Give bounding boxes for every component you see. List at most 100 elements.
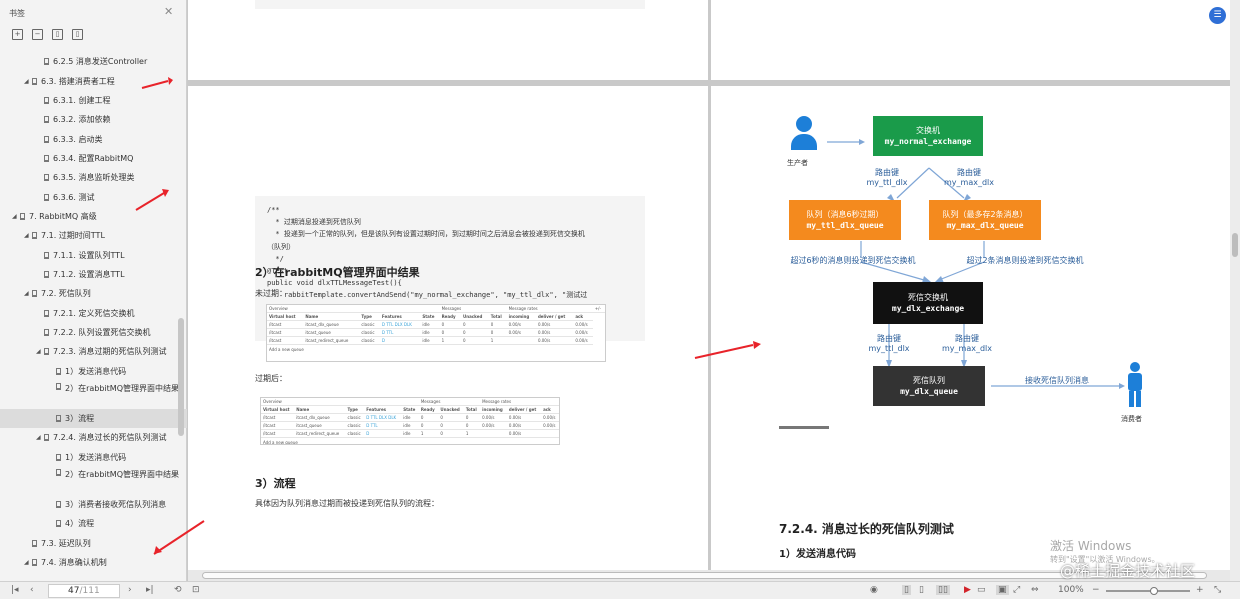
zoom-slider-thumb[interactable] [1150,587,1158,595]
bookmark-item[interactable]: ◢ 7.2.3. 消息过期的死信队列测试 [0,342,187,361]
close-icon[interactable]: ✕ [164,5,173,18]
table-cell: classic [345,413,365,422]
table-cell: 0.00/s [506,328,536,337]
add-queue-link[interactable]: Add a new queue [261,438,559,444]
play-icon[interactable]: ▶ [964,585,971,595]
expand-toggle-icon[interactable]: ◢ [36,434,44,441]
collapse-all-icon[interactable]: − [32,29,43,40]
zoom-out-icon[interactable]: − [1092,585,1100,595]
view-mode-icon[interactable]: ▣ [996,585,1009,595]
bookmark-item[interactable]: ◢ 7.2. 死信队列 [0,284,187,303]
expand-toggle-icon[interactable]: ◢ [24,290,32,297]
last-page-icon[interactable]: ▸| [146,585,154,595]
vertical-scrollbar[interactable] [1230,0,1240,581]
max-queue-box: 队列（最多存2条消息） my_max_dlx_queue [929,200,1041,240]
bookmark-item[interactable]: 7.2.1. 定义死信交换机 [0,303,187,322]
bookmark-item[interactable]: 1）发送消息代码 [0,362,187,381]
bookmark-item[interactable]: 3）消费者接收死信队列消息 [0,495,187,514]
producer-label: 生产者 [787,159,808,167]
table-cell: 0.00/s [573,336,593,345]
expand-toggle-icon[interactable]: ◢ [12,213,20,220]
receive-note: 接收死信队列消息 [1025,376,1089,385]
fullscreen-icon[interactable]: ⤢ [1013,585,1020,595]
table-cell: 0 [461,328,489,337]
expand-toggle-icon[interactable]: ◢ [24,559,32,566]
bookmark-item[interactable]: 6.3.3. 启动类 [0,129,187,148]
consumer-label: 消费者 [1121,415,1142,423]
bookmark-item[interactable]: 2）在rabbitMQ管理界面中结果 [0,467,187,495]
expand-toggle-icon[interactable]: ◢ [24,232,32,239]
bookmark-item[interactable]: 6.3.5. 消息监听处理类 [0,168,187,187]
expand-toggle-icon[interactable]: ◢ [36,348,44,355]
first-page-icon[interactable]: |◂ [11,585,19,595]
prev-page-icon[interactable]: ‹ [30,585,34,595]
status-bar: |◂ ‹ 47/111 › ▸| ⟲ ⊡ ◉ ▯ ▯ ▯▯ ▶ ▭ ▣ ⤢ ⇔ … [0,581,1240,599]
bookmark-label: 4）流程 [65,519,95,529]
bookmark-item[interactable]: 3）流程 [0,408,187,429]
page-number-input[interactable]: 47/111 [48,584,120,598]
table-header: Unacked [461,312,489,321]
table-cell: D [364,429,402,438]
add-bookmark-icon[interactable]: ▯ [52,29,63,40]
bookmark-icon [32,232,37,240]
dlx-queue-en: my_dlx_queue [900,387,958,396]
table-header: Name [294,405,346,414]
add-queue-link[interactable]: Add a new queue [267,345,605,354]
sidebar-scrollbar[interactable] [178,318,184,436]
eye-icon[interactable]: ◉ [870,585,878,595]
bookmark-icon [44,154,49,162]
bookmark-item[interactable]: 6.3.2. 添加依赖 [0,110,187,129]
zoom-slider[interactable] [1106,587,1190,595]
table-cell: 0.00/s [535,328,574,337]
table-row: /itcast itcast_queue classic D TTL idle 0 0 0 0.… [267,328,605,337]
bookmark-item[interactable]: 6.2.5 消息发送Controller [0,52,187,71]
bookmark-item[interactable]: 7.1.2. 设置消息TTL [0,265,187,284]
table-header: incoming [506,312,536,321]
continuous-icon[interactable]: ▯ [919,585,924,595]
page-total: /111 [79,586,100,596]
bookmark-label: 7.2. 死信队列 [41,289,91,299]
bookmark-item[interactable]: 7.2.2. 队列设置死信交换机 [0,323,187,342]
section-heading-724: 7.2.4. 消息过长的死信队列测试 [779,522,954,536]
bookmark-item[interactable]: 1）发送消息代码 [0,448,187,467]
bookmark-icon [32,559,37,567]
fit-icon[interactable]: ⊡ [192,585,200,595]
table-cell: 0 [438,421,464,430]
table-group-header: Messages [418,398,481,406]
heading-results: 2）在rabbitMQ管理界面中结果 [255,266,420,279]
table-header: Virtual host [267,312,304,321]
table-header: Total [488,312,507,321]
bookmark-item[interactable]: 2）在rabbitMQ管理界面中结果 [0,381,187,409]
zoom-level[interactable]: 100% [1058,585,1084,595]
bookmark-icon [32,77,37,85]
bookmark-label: 1）发送消息代码 [65,366,127,376]
horizontal-scroll-thumb[interactable] [202,572,1207,579]
vertical-scroll-thumb[interactable] [1232,233,1238,257]
expand-all-icon[interactable]: + [12,29,23,40]
expand-toggle-icon[interactable]: ◢ [24,78,32,85]
assistant-icon[interactable]: ☰ [1209,7,1226,24]
page-current: 47 [68,586,80,596]
zoom-in-icon[interactable]: + [1196,585,1204,595]
heading-flow: 3）流程 [255,477,296,490]
table-cell: 0.00/s [535,336,574,345]
bookmark-item[interactable]: ◢ 7.1. 过期时间TTL [0,226,187,245]
bookmark-item[interactable]: 6.3.4. 配置RabbitMQ [0,149,187,168]
single-page-icon[interactable]: ▯ [902,585,911,595]
book-icon[interactable]: ▭ [977,585,986,595]
bookmark-label: 7.1.2. 设置消息TTL [53,269,125,279]
bookmark-item[interactable]: 7.1.1. 设置队列TTL [0,245,187,264]
table-cell: 0.00/s [573,320,593,329]
bookmark-label: 7.2.2. 队列设置死信交换机 [53,327,151,337]
rotate-icon[interactable]: ⟲ [174,585,182,595]
bookmark-item[interactable]: 6.3.1. 创建工程 [0,91,187,110]
dlx-queue-box: 死信队列 my_dlx_queue [873,366,985,406]
bookmark-item[interactable]: ◢ 7.2.4. 消息过长的死信队列测试 [0,428,187,447]
table-cell: 0 [461,336,489,345]
bookmark-label: 2）在rabbitMQ管理界面中结果 [65,383,179,393]
fit-width-icon[interactable]: ⇔ [1031,585,1039,595]
two-page-icon[interactable]: ▯▯ [936,585,950,595]
bookmark-icon[interactable]: ▯ [72,29,83,40]
next-page-icon[interactable]: › [128,585,132,595]
expand-icon[interactable]: ⤡ [1214,585,1221,595]
